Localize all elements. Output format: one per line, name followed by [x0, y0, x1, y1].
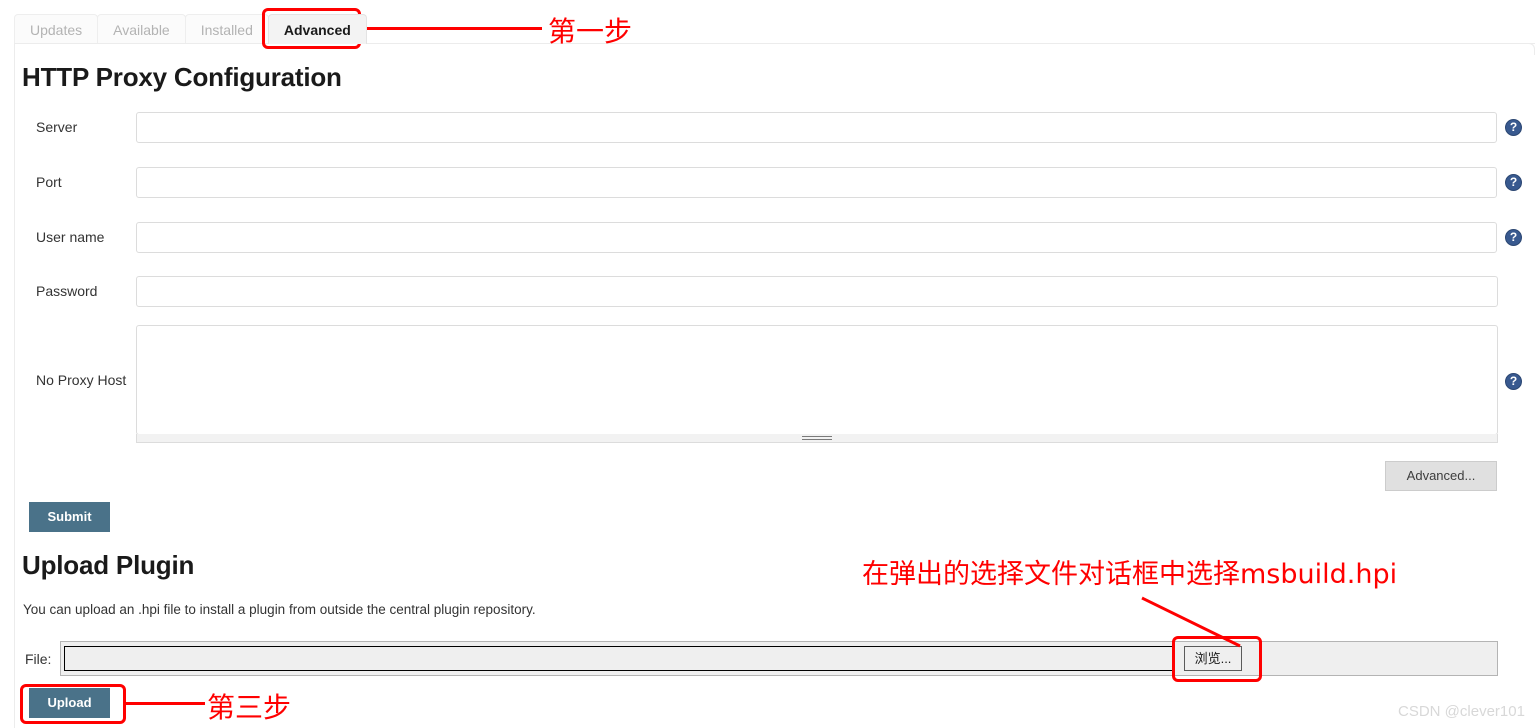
label-port: Port [36, 174, 62, 190]
port-input[interactable] [136, 167, 1497, 198]
tab-available[interactable]: Available [97, 14, 186, 44]
panel-top-right-corner [1524, 43, 1535, 55]
page-title-upload: Upload Plugin [22, 550, 195, 580]
advanced-button[interactable]: Advanced... [1385, 461, 1497, 491]
server-input[interactable] [136, 112, 1497, 143]
textarea-resize-handle[interactable] [136, 434, 1498, 443]
help-icon-no-proxy-host[interactable]: ? [1505, 373, 1522, 390]
annotation-step-three: 第三步 [207, 691, 292, 724]
submit-button[interactable]: Submit [29, 502, 110, 532]
help-icon-server[interactable]: ? [1505, 119, 1522, 136]
label-password: Password [36, 283, 98, 299]
panel-left-border [14, 43, 15, 728]
user-name-input[interactable] [136, 222, 1497, 253]
file-path-field[interactable] [64, 646, 1174, 671]
watermark: CSDN @clever101 [1398, 703, 1525, 720]
label-user-name: User name [36, 229, 105, 245]
file-label: File: [25, 651, 52, 667]
tab-installed-label: Installed [200, 22, 253, 38]
resize-grip-icon [802, 436, 832, 440]
upload-button[interactable]: Upload [29, 688, 110, 718]
tab-updates[interactable]: Updates [14, 14, 99, 44]
tab-installed[interactable]: Installed [184, 14, 269, 44]
page-root: Updates Available Installed Advanced HTT… [0, 0, 1535, 728]
browse-button[interactable]: 浏览... [1184, 646, 1242, 671]
tab-updates-label: Updates [30, 22, 83, 38]
page-title-proxy: HTTP Proxy Configuration [22, 62, 342, 92]
upload-description: You can upload an .hpi file to install a… [23, 602, 536, 617]
annotation-line-step-three [125, 702, 205, 705]
label-no-proxy-host: No Proxy Host [36, 372, 127, 388]
annotation-dialog-note: 在弹出的选择文件对话框中选择msbuild.hpi [862, 559, 1398, 590]
help-icon-user-name[interactable]: ? [1505, 229, 1522, 246]
no-proxy-host-textarea[interactable] [136, 325, 1498, 435]
tab-advanced-label: Advanced [283, 22, 351, 38]
password-input[interactable] [136, 276, 1498, 307]
help-icon-port[interactable]: ? [1505, 174, 1522, 191]
label-server: Server [36, 119, 78, 135]
tab-available-label: Available [113, 22, 170, 38]
tab-bottom-divider [14, 43, 1535, 44]
tab-advanced[interactable]: Advanced [267, 14, 367, 44]
plugin-manager-tabs: Updates Available Installed Advanced [14, 0, 1535, 44]
